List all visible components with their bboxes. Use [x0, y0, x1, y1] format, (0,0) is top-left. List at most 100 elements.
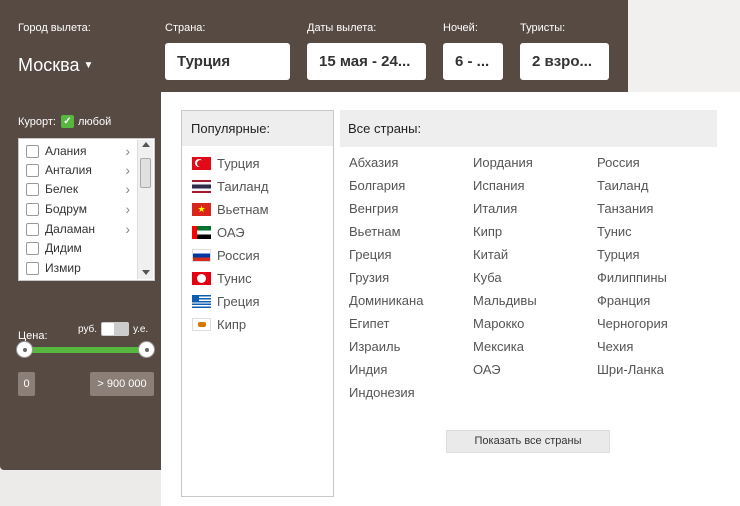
scroll-up-icon[interactable] [142, 142, 150, 147]
country-link[interactable]: Танзания [597, 201, 653, 216]
country-link[interactable]: Марокко [473, 316, 524, 331]
flag-turkey-icon [192, 156, 211, 170]
resort-any-label: любой [78, 115, 112, 128]
country-link[interactable]: Китай [473, 247, 508, 262]
checkmark-icon: ✓ [63, 116, 72, 127]
country-link[interactable]: Шри-Ланка [597, 362, 664, 377]
price-min-value[interactable]: 0 [18, 372, 35, 396]
country-link[interactable]: Турция [597, 247, 640, 262]
popular-item[interactable]: Турция [192, 153, 260, 173]
country-link[interactable]: Болгария [349, 178, 405, 193]
country-link[interactable]: Иордания [473, 155, 533, 170]
resort-item[interactable]: Измир [26, 259, 130, 277]
resort-any-checkbox[interactable]: ✓ [61, 115, 74, 128]
country-link[interactable]: Венгрия [349, 201, 398, 216]
show-all-countries-button[interactable]: Показать все страны [446, 430, 610, 453]
departure-city-select[interactable]: Москва ▼ [18, 55, 93, 76]
country-link[interactable]: Кипр [473, 224, 502, 239]
resort-checkbox[interactable] [26, 144, 39, 158]
country-link[interactable]: Израиль [349, 339, 400, 354]
nights-field[interactable]: 6 - ... [443, 43, 503, 80]
chevron-right-icon[interactable]: › [125, 142, 130, 160]
country-link[interactable]: Мексика [473, 339, 524, 354]
resort-checkbox[interactable] [26, 261, 39, 275]
popular-item[interactable]: Кипр [192, 314, 246, 334]
flag-cyprus-icon [192, 317, 211, 331]
resort-item-label: Белек [45, 182, 79, 196]
flag-greece-icon [192, 294, 211, 308]
resort-item[interactable]: Даламан › [26, 220, 130, 238]
country-link[interactable]: Куба [473, 270, 502, 285]
popular-item-label: Тунис [217, 270, 252, 286]
departure-city-value: Москва [18, 55, 80, 75]
popular-item[interactable]: Таиланд [192, 176, 268, 196]
popular-heading: Популярные: [182, 111, 333, 146]
resort-item[interactable]: Анталия › [26, 161, 130, 179]
chevron-right-icon[interactable]: › [125, 161, 130, 179]
price-slider-max-handle[interactable] [138, 341, 155, 358]
country-link[interactable]: Испания [473, 178, 525, 193]
country-link[interactable]: Грузия [349, 270, 389, 285]
chevron-right-icon[interactable]: › [125, 200, 130, 218]
popular-item-label: Россия [217, 247, 260, 263]
resort-item[interactable]: Дидим [26, 239, 130, 257]
resort-item[interactable]: Белек › [26, 180, 130, 198]
popular-item[interactable]: Россия [192, 245, 260, 265]
resort-scrollbar[interactable] [137, 140, 153, 279]
tourists-label: Туристы: [520, 22, 566, 34]
caret-down-icon: ▼ [83, 60, 94, 71]
country-link[interactable]: Индонезия [349, 385, 415, 400]
country-label: Страна: [165, 22, 206, 34]
country-link[interactable]: ОАЭ [473, 362, 501, 377]
country-link[interactable]: Мальдивы [473, 293, 537, 308]
popular-item[interactable]: ★ Вьетнам [192, 199, 269, 219]
chevron-right-icon[interactable]: › [125, 180, 130, 198]
nights-label: Ночей: [443, 22, 478, 34]
country-field[interactable]: Турция [165, 43, 290, 80]
country-link[interactable]: Черногория [597, 316, 668, 331]
scroll-thumb[interactable] [140, 158, 151, 188]
resort-checkbox[interactable] [26, 241, 39, 255]
country-link[interactable]: Франция [597, 293, 650, 308]
popular-item[interactable]: Тунис [192, 268, 252, 288]
dates-field[interactable]: 15 мая - 24... [307, 43, 426, 80]
resort-item-label: Даламан [45, 222, 96, 236]
resort-checkbox[interactable] [26, 202, 39, 216]
country-link[interactable]: Филиппины [597, 270, 667, 285]
scroll-down-icon[interactable] [142, 270, 150, 275]
flag-thailand-icon [192, 179, 211, 193]
resort-checkbox[interactable] [26, 182, 39, 196]
popular-item[interactable]: ОАЭ [192, 222, 245, 242]
popular-item-label: Кипр [217, 316, 247, 332]
country-link[interactable]: Италия [473, 201, 517, 216]
popular-item-label: Вьетнам [217, 201, 269, 217]
country-link[interactable]: Египет [349, 316, 389, 331]
country-link[interactable]: Абхазия [349, 155, 398, 170]
resort-item[interactable]: Алания › [26, 142, 130, 160]
country-link[interactable]: Доминикана [349, 293, 423, 308]
currency-rub-label: руб. [78, 323, 98, 335]
country-link[interactable]: Тунис [597, 224, 632, 239]
country-link[interactable]: Россия [597, 155, 640, 170]
country-link[interactable]: Греция [349, 247, 392, 262]
resort-filter: Курорт: ✓ любой [18, 115, 111, 128]
country-link[interactable]: Вьетнам [349, 224, 401, 239]
country-link[interactable]: Индия [349, 362, 387, 377]
popular-item-label: Турция [217, 155, 260, 171]
popular-item[interactable]: Греция [192, 291, 260, 311]
country-link[interactable]: Таиланд [597, 178, 648, 193]
resort-item[interactable]: Бодрум › [26, 200, 130, 218]
flag-tunisia-icon [192, 271, 211, 285]
currency-toggle[interactable] [101, 322, 130, 336]
country-link[interactable]: Чехия [597, 339, 633, 354]
all-countries-heading: Все страны: [340, 110, 717, 147]
price-slider-track[interactable] [25, 347, 147, 353]
price-slider-min-handle[interactable] [16, 341, 33, 358]
resort-checkbox[interactable] [26, 163, 39, 177]
resort-checkbox[interactable] [26, 222, 39, 236]
resort-item-label: Алания [45, 144, 87, 158]
tourists-field[interactable]: 2 взро... [520, 43, 609, 80]
price-max-value[interactable]: > 900 000 [90, 372, 154, 396]
flag-russia-icon [192, 248, 211, 262]
chevron-right-icon[interactable]: › [125, 220, 130, 238]
